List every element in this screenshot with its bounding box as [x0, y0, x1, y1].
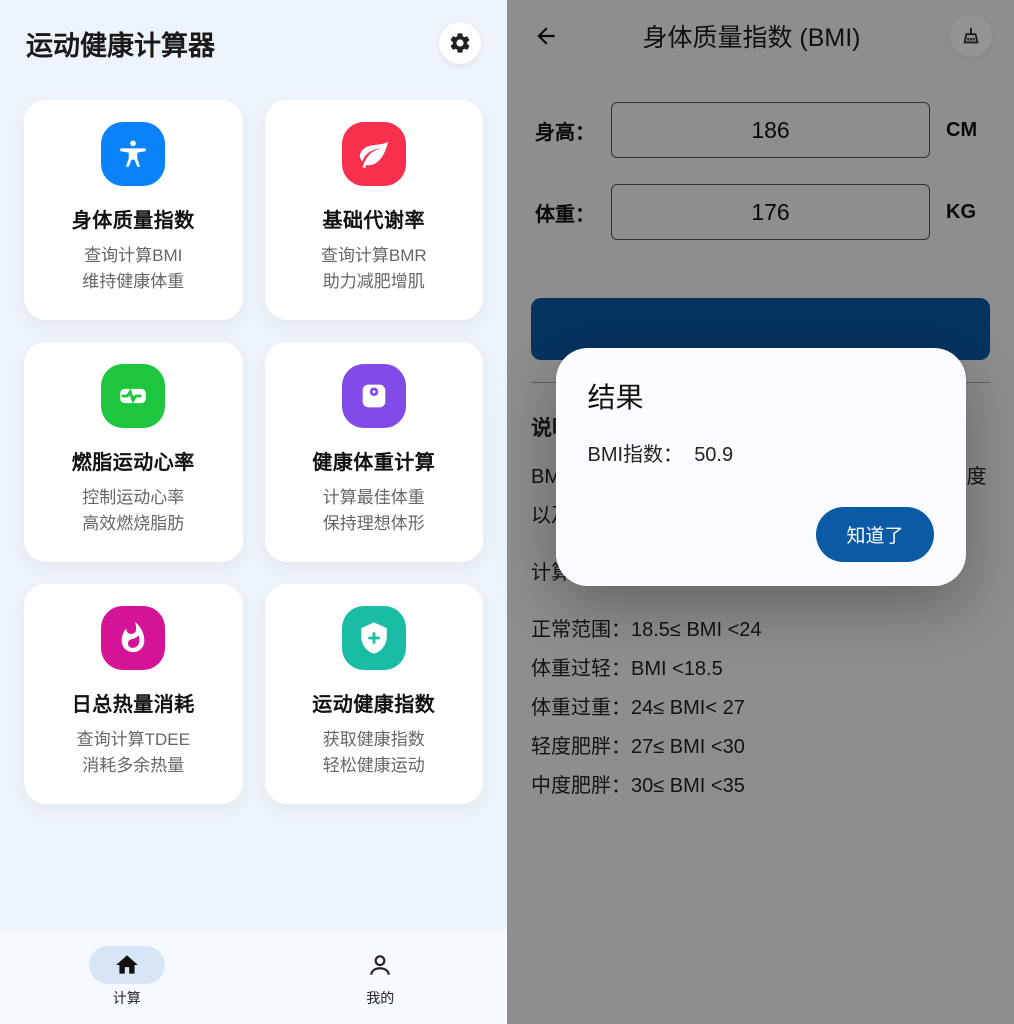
card-bmi[interactable]: 身体质量指数 查询计算BMI维持健康体重 — [24, 100, 243, 320]
nav-label: 我的 — [366, 988, 394, 1008]
dialog-confirm-button[interactable]: 知道了 — [816, 507, 933, 562]
nav-label: 计算 — [113, 988, 141, 1008]
heart-rate-icon — [101, 364, 165, 428]
card-desc: 计算最佳体重保持理想体形 — [323, 485, 425, 536]
shield-plus-icon — [342, 606, 406, 670]
dialog-body: BMI指数： 50.9 — [588, 438, 934, 467]
home-header: 运动健康计算器 — [0, 0, 507, 80]
card-title: 基础代谢率 — [323, 204, 426, 233]
dialog-title: 结果 — [588, 376, 934, 416]
bottom-nav: 计算 我的 — [0, 930, 507, 1024]
result-dialog: 结果 BMI指数： 50.9 知道了 — [556, 348, 966, 586]
card-tdee[interactable]: 日总热量消耗 查询计算TDEE消耗多余热量 — [24, 584, 243, 804]
card-desc: 查询计算BMR助力减肥增肌 — [321, 243, 427, 294]
card-title: 燃脂运动心率 — [72, 446, 195, 475]
bmi-detail-screen: 身体质量指数 (BMI) 身高： CM 体重： KG 说明 BMI指数又称为身体… — [507, 0, 1014, 1024]
calculator-grid: 身体质量指数 查询计算BMI维持健康体重 基础代谢率 查询计算BMR助力减肥增肌… — [0, 80, 507, 930]
card-heart-rate[interactable]: 燃脂运动心率 控制运动心率高效燃烧脂肪 — [24, 342, 243, 562]
nav-tab-mine[interactable]: 我的 — [342, 946, 418, 1008]
scale-icon — [342, 364, 406, 428]
nav-tab-calculate[interactable]: 计算 — [89, 946, 165, 1008]
card-health-index[interactable]: 运动健康指数 获取健康指数轻松健康运动 — [265, 584, 484, 804]
card-desc: 获取健康指数轻松健康运动 — [323, 727, 425, 778]
home-icon — [89, 946, 165, 984]
settings-button[interactable] — [439, 22, 481, 64]
leaf-icon — [342, 122, 406, 186]
person-icon — [342, 946, 418, 984]
card-bmr[interactable]: 基础代谢率 查询计算BMR助力减肥增肌 — [265, 100, 484, 320]
card-desc: 控制运动心率高效燃烧脂肪 — [82, 485, 184, 536]
card-desc: 查询计算TDEE消耗多余热量 — [77, 727, 190, 778]
card-title: 日总热量消耗 — [72, 688, 195, 717]
card-desc: 查询计算BMI维持健康体重 — [82, 243, 184, 294]
card-weight[interactable]: 健康体重计算 计算最佳体重保持理想体形 — [265, 342, 484, 562]
app-title: 运动健康计算器 — [26, 24, 215, 63]
gear-icon — [448, 31, 472, 55]
card-title: 身体质量指数 — [72, 204, 195, 233]
calculator-home-screen: 运动健康计算器 身体质量指数 查询计算BMI维持健康体重 基础代谢率 查询计算B… — [0, 0, 507, 1024]
accessibility-icon — [101, 122, 165, 186]
flame-icon — [101, 606, 165, 670]
card-title: 运动健康指数 — [312, 688, 435, 717]
card-title: 健康体重计算 — [312, 446, 435, 475]
